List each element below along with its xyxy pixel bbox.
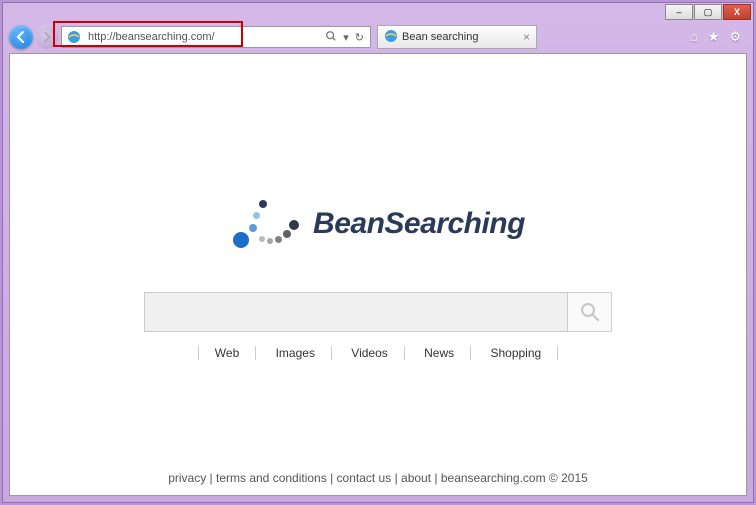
page-content: BeanSearching Web Images Videos News Sho… xyxy=(9,53,747,496)
footer-about[interactable]: about xyxy=(401,471,431,485)
browser-window: – ▢ X http://beansearching.com/ ▾ ↻ xyxy=(2,2,754,503)
maximize-button[interactable]: ▢ xyxy=(694,4,722,20)
toolbar-right-icons: ⌂ ★ ⚙ xyxy=(690,29,747,45)
nav-videos[interactable]: Videos xyxy=(335,346,404,360)
search-button[interactable] xyxy=(568,292,612,332)
ie-tab-icon xyxy=(384,29,398,46)
search-icon[interactable] xyxy=(325,30,337,45)
forward-button[interactable] xyxy=(35,25,59,49)
search-row xyxy=(144,292,612,332)
footer-privacy[interactable]: privacy xyxy=(168,471,206,485)
favorites-icon[interactable]: ★ xyxy=(708,29,720,45)
minimize-button[interactable]: – xyxy=(665,4,693,20)
back-button[interactable] xyxy=(9,25,33,49)
browser-toolbar: http://beansearching.com/ ▾ ↻ Bean searc… xyxy=(3,23,753,51)
footer-copyright: beansearching.com © 2015 xyxy=(441,471,588,485)
search-input[interactable] xyxy=(144,292,568,332)
ie-logo-icon xyxy=(66,29,82,45)
nav-web[interactable]: Web xyxy=(198,346,256,360)
dropdown-icon[interactable]: ▾ xyxy=(343,31,349,44)
tab-close-button[interactable]: × xyxy=(523,30,530,44)
footer-contact[interactable]: contact us xyxy=(337,471,392,485)
close-button[interactable]: X xyxy=(723,4,751,20)
home-icon[interactable]: ⌂ xyxy=(690,29,698,45)
tab-title: Bean searching xyxy=(402,31,478,43)
arrow-left-icon xyxy=(14,30,28,44)
nav-shopping[interactable]: Shopping xyxy=(474,346,558,360)
tools-icon[interactable]: ⚙ xyxy=(729,29,741,45)
logo-graphic xyxy=(231,194,301,254)
logo-text: BeanSearching xyxy=(313,207,525,241)
nav-images[interactable]: Images xyxy=(260,346,332,360)
nav-news[interactable]: News xyxy=(408,346,471,360)
magnifier-icon xyxy=(580,302,600,322)
logo-area: BeanSearching xyxy=(10,194,746,254)
refresh-icon[interactable]: ↻ xyxy=(355,31,364,44)
address-bar-controls: ▾ ↻ xyxy=(319,30,370,45)
category-nav: Web Images Videos News Shopping xyxy=(10,346,746,360)
title-bar: – ▢ X xyxy=(3,3,753,23)
url-text[interactable]: http://beansearching.com/ xyxy=(86,31,319,43)
browser-tab[interactable]: Bean searching × xyxy=(377,25,537,49)
footer-terms[interactable]: terms and conditions xyxy=(216,471,327,485)
arrow-right-icon xyxy=(41,31,53,43)
address-bar[interactable]: http://beansearching.com/ ▾ ↻ xyxy=(61,26,371,48)
footer: privacy | terms and conditions | contact… xyxy=(10,471,746,485)
